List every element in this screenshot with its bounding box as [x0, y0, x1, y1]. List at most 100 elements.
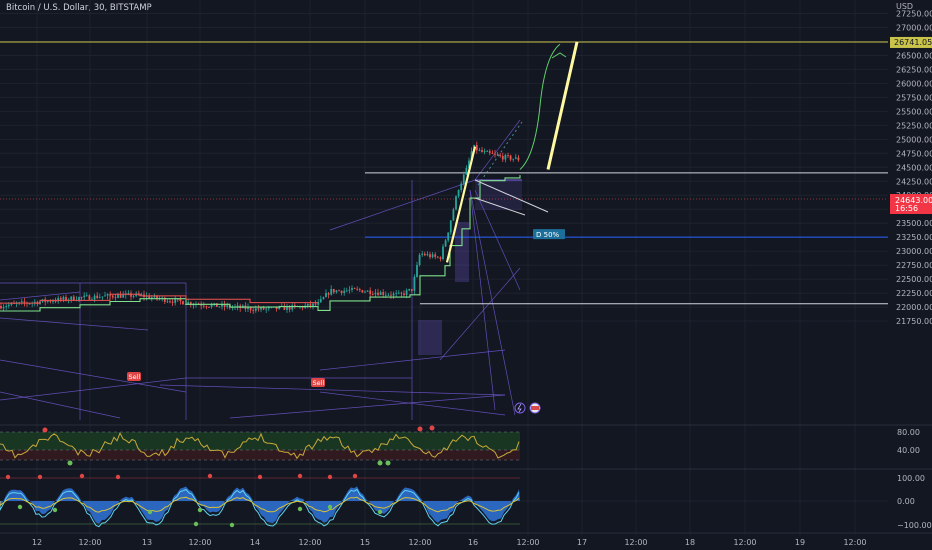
- trend-line: [0, 377, 187, 401]
- candle-body: [49, 300, 52, 302]
- candle-body: [382, 292, 385, 295]
- momentum-dot-red: [352, 473, 358, 479]
- time-tick: 17: [577, 538, 587, 547]
- candle-body: [293, 305, 296, 307]
- candle-body: [291, 305, 294, 310]
- candle-body: [179, 299, 182, 302]
- candle-body: [387, 294, 390, 296]
- momentum-dot-green: [327, 504, 333, 510]
- sell-label: Sell: [313, 379, 325, 387]
- candle-body: [379, 292, 382, 296]
- candle-body: [361, 290, 364, 293]
- candle-body: [205, 306, 208, 308]
- candle-body: [449, 220, 452, 233]
- price-tick: 24750.00: [896, 149, 932, 158]
- price-tick: 27000.00: [896, 23, 932, 32]
- candle-body: [322, 297, 325, 300]
- candle-body: [262, 307, 265, 310]
- candle-body: [517, 157, 520, 161]
- candle-body: [46, 300, 49, 302]
- time-tick: 13: [142, 538, 152, 547]
- candle-body: [210, 304, 213, 307]
- candle-body: [496, 154, 499, 156]
- candle-body: [413, 276, 416, 291]
- rsi-bull-zone: [0, 432, 520, 450]
- candle-body: [343, 290, 346, 293]
- projection-line: [546, 41, 579, 170]
- candle-body: [52, 301, 54, 302]
- candle-body: [504, 155, 507, 160]
- candle-body: [96, 295, 99, 299]
- candle-body: [33, 301, 36, 303]
- momentum-dot-red: [297, 473, 303, 479]
- candle-body: [309, 303, 312, 306]
- candle-body: [330, 288, 333, 295]
- candle-body: [104, 295, 106, 297]
- candle-body: [452, 209, 455, 221]
- candle-body: [390, 294, 392, 296]
- candle-body: [169, 301, 171, 303]
- candle-body: [325, 293, 327, 298]
- candle-body: [514, 157, 517, 159]
- candle-body: [226, 305, 229, 307]
- time-tick: 12:00: [78, 538, 101, 547]
- candle-body: [208, 306, 210, 308]
- chart-canvas[interactable]: D 50% SellSell USD27250.0027000.0026750.…: [0, 0, 932, 550]
- candle-body: [62, 297, 65, 300]
- candle-body: [371, 294, 374, 295]
- candle-body: [366, 290, 369, 292]
- momentum-tick: −100.00: [897, 521, 932, 530]
- candle-body: [442, 246, 444, 260]
- candle-body: [439, 257, 442, 260]
- rsi-signal-dot: [42, 427, 48, 433]
- candle-body: [327, 293, 330, 295]
- momentum-dot-green: [17, 504, 23, 510]
- candle-body: [340, 290, 343, 293]
- candle-body: [314, 303, 317, 305]
- candle-body: [59, 297, 62, 300]
- target-price-text: 26741.05: [894, 38, 932, 47]
- candle-body: [5, 306, 8, 308]
- candle-body: [0, 305, 2, 309]
- price-tick: 25250.00: [896, 121, 932, 130]
- candle-body: [218, 306, 221, 308]
- momentum-dot-red: [79, 473, 85, 479]
- flag-glyph: [531, 406, 539, 410]
- candle-body: [369, 290, 372, 295]
- rsi-tick: 40.00: [897, 446, 920, 455]
- level-label: D 50%: [536, 231, 560, 239]
- momentum-area: [0, 486, 520, 524]
- candle-body: [418, 254, 421, 265]
- candle-body: [348, 289, 351, 291]
- price-tick: 25500.00: [896, 107, 932, 116]
- candle-body: [462, 174, 465, 184]
- candle-body: [377, 292, 379, 296]
- price-tick: 25000.00: [896, 135, 932, 144]
- candle-body: [410, 288, 413, 291]
- trend-line: [469, 189, 516, 416]
- price-tick: 22750.00: [896, 261, 932, 270]
- price-tick: 24250.00: [896, 177, 932, 186]
- candle-body: [166, 301, 169, 303]
- candle-body: [2, 307, 5, 309]
- candle-body: [397, 292, 400, 294]
- candle-body: [447, 232, 450, 241]
- candle-body: [54, 301, 57, 302]
- candle-body: [338, 290, 340, 292]
- candle-body: [78, 297, 80, 301]
- candle-body: [436, 256, 439, 258]
- price-tick: 23500.00: [896, 219, 932, 228]
- trend-line: [319, 391, 506, 416]
- candle-body: [171, 301, 174, 303]
- price-tick: 22500.00: [896, 275, 932, 284]
- momentum-dot-green: [229, 522, 235, 528]
- time-tick: 12:00: [516, 538, 539, 547]
- candle-body: [70, 296, 73, 300]
- candle-body: [486, 151, 489, 152]
- trend-line: [0, 359, 187, 393]
- candle-body: [80, 297, 83, 299]
- candle-body: [312, 303, 314, 306]
- candle-body: [507, 155, 509, 156]
- candle-body: [429, 254, 431, 258]
- candle-body: [306, 303, 309, 306]
